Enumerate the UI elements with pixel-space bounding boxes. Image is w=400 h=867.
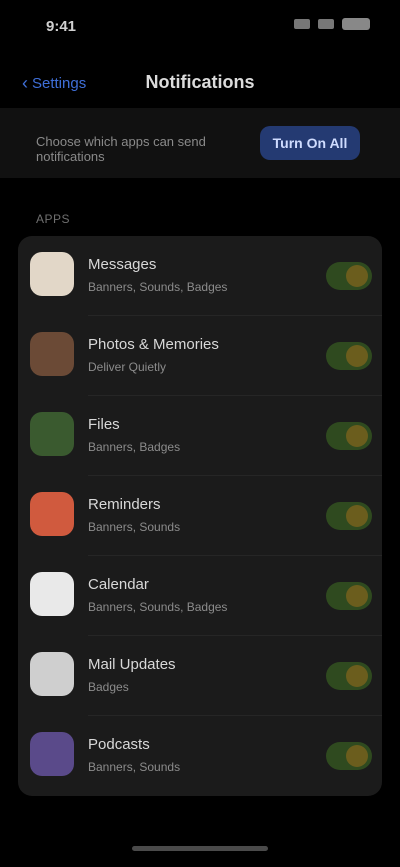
- list-item[interactable]: Calendar Banners, Sounds, Badges: [18, 556, 382, 636]
- toggle-knob: [346, 745, 368, 767]
- app-name: Messages: [88, 256, 157, 273]
- status-bar: 9:41: [0, 0, 400, 56]
- app-icon: [30, 412, 74, 456]
- notification-toggle[interactable]: [326, 502, 372, 530]
- notification-toggle[interactable]: [326, 422, 372, 450]
- app-name: Files: [88, 416, 120, 433]
- app-detail: Banners, Sounds, Badges: [88, 280, 228, 294]
- app-name: Podcasts: [88, 736, 150, 753]
- battery-icon: [342, 18, 370, 30]
- app-detail: Banners, Sounds, Badges: [88, 600, 228, 614]
- toggle-knob: [346, 265, 368, 287]
- toggle-knob: [346, 665, 368, 687]
- status-time: 9:41: [46, 18, 77, 35]
- app-detail: Banners, Badges: [88, 440, 181, 454]
- notification-toggle[interactable]: [326, 662, 372, 690]
- home-indicator[interactable]: [132, 846, 268, 851]
- app-icon: [30, 332, 74, 376]
- status-icons: [294, 18, 370, 30]
- notification-toggle[interactable]: [326, 342, 372, 370]
- app-icon: [30, 572, 74, 616]
- notification-toggle[interactable]: [326, 582, 372, 610]
- toggle-knob: [346, 505, 368, 527]
- toggle-knob: [346, 585, 368, 607]
- list-item[interactable]: Photos & Memories Deliver Quietly: [18, 316, 382, 396]
- app-icon: [30, 732, 74, 776]
- app-name: Calendar: [88, 576, 149, 593]
- list-item[interactable]: Podcasts Banners, Sounds: [18, 716, 382, 796]
- notification-toggle[interactable]: [326, 262, 372, 290]
- app-detail: Banners, Sounds: [88, 520, 181, 534]
- notification-toggle[interactable]: [326, 742, 372, 770]
- navigation-header: ‹ Settings Notifications: [0, 56, 400, 108]
- toggle-knob: [346, 345, 368, 367]
- app-icon: [30, 492, 74, 536]
- list-item[interactable]: Messages Banners, Sounds, Badges: [18, 236, 382, 316]
- app-name: Reminders: [88, 496, 161, 513]
- app-name: Photos & Memories: [88, 336, 219, 353]
- apps-list: Messages Banners, Sounds, Badges Photos …: [18, 236, 382, 796]
- turn-on-all-button[interactable]: Turn On All: [260, 126, 360, 160]
- app-detail: Badges: [88, 680, 129, 694]
- wifi-icon: [318, 19, 334, 29]
- toggle-knob: [346, 425, 368, 447]
- filter-label: Choose which apps can send notifications: [36, 134, 206, 164]
- list-item[interactable]: Mail Updates Badges: [18, 636, 382, 716]
- signal-icon: [294, 19, 310, 29]
- list-item[interactable]: Reminders Banners, Sounds: [18, 476, 382, 556]
- app-name: Mail Updates: [88, 656, 176, 673]
- list-item[interactable]: Files Banners, Badges: [18, 396, 382, 476]
- app-icon: [30, 652, 74, 696]
- section-label: APPS: [36, 212, 71, 226]
- page-title: Notifications: [145, 72, 255, 92]
- app-detail: Deliver Quietly: [88, 360, 167, 374]
- app-detail: Banners, Sounds: [88, 760, 181, 774]
- filter-row: Choose which apps can send notifications…: [0, 108, 400, 178]
- app-icon: [30, 252, 74, 296]
